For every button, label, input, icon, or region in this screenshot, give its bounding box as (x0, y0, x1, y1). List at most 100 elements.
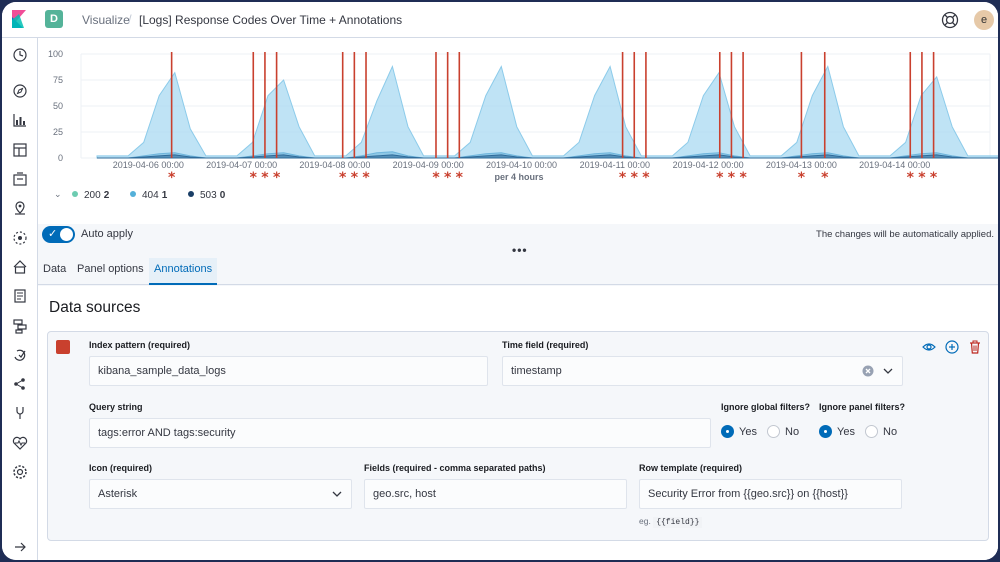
annotation-color-picker[interactable] (56, 340, 70, 354)
maps-icon[interactable] (11, 199, 29, 217)
annotation-asterisk-icon[interactable]: * (642, 170, 650, 186)
y-tick-label: 50 (53, 101, 63, 111)
visualize-icon[interactable] (11, 111, 29, 129)
index-pattern-label: Index pattern (required) (89, 340, 191, 350)
user-avatar[interactable]: e (974, 10, 994, 30)
monitoring-icon[interactable] (11, 434, 29, 452)
annotation-asterisk-icon[interactable]: * (716, 170, 724, 186)
y-tick-label: 75 (53, 75, 63, 85)
legend-value: 2 (103, 190, 110, 201)
y-tick-label: 25 (53, 127, 63, 137)
annotation-asterisk-icon[interactable]: * (930, 170, 938, 186)
legend-item-200[interactable]: 200 2 (72, 190, 109, 201)
row-template-hint: eg. {{field}} (639, 516, 703, 528)
eye-icon[interactable] (922, 340, 936, 354)
canvas-icon[interactable] (11, 170, 29, 188)
fields-input[interactable]: geo.src, host (364, 479, 627, 509)
ignore-global-yes-radio[interactable] (721, 425, 734, 438)
discover-icon[interactable] (11, 82, 29, 100)
annotation-asterisk-icon[interactable]: * (362, 170, 370, 186)
kibana-logo-icon[interactable] (10, 10, 28, 28)
no-label: No (785, 426, 800, 438)
add-icon[interactable] (945, 340, 959, 354)
graph-icon[interactable] (11, 375, 29, 393)
query-string-input[interactable]: tags:error AND tags:security (89, 418, 711, 448)
devtools-icon[interactable] (11, 404, 29, 422)
apm-icon[interactable] (11, 317, 29, 335)
recent-icon[interactable] (11, 46, 29, 64)
annotation-asterisk-icon[interactable]: * (432, 170, 440, 186)
icon-label: Icon (required) (89, 463, 153, 473)
management-icon[interactable] (11, 463, 29, 481)
ignore-panel-yes-radio[interactable] (819, 425, 832, 438)
annotation-asterisk-icon[interactable]: * (351, 170, 359, 186)
legend-item-503[interactable]: 503 0 (188, 190, 225, 201)
side-nav (2, 38, 38, 560)
ignore-global-filters-label: Ignore global filters? (721, 402, 811, 412)
annotation-asterisk-icon[interactable]: * (739, 170, 747, 186)
annotation-asterisk-icon[interactable]: * (798, 170, 806, 186)
chart-legend: ⌄ 200 2 404 1 503 0 (54, 189, 354, 204)
yes-label: Yes (739, 426, 757, 438)
tab-panel-options[interactable]: Panel options (77, 263, 144, 285)
icon-select[interactable]: Asterisk (89, 479, 352, 509)
ml-icon[interactable] (11, 229, 29, 247)
breadcrumb-visualize[interactable]: Visualize (82, 13, 130, 27)
x-tick-label: 2019-04-12 00:00 (673, 160, 744, 170)
auto-apply-note: The changes will be automatically applie… (816, 229, 994, 240)
clear-icon[interactable] (862, 365, 874, 377)
row-template-input[interactable]: Security Error from {{geo.src}} on {{hos… (639, 479, 902, 509)
toggle-knob (60, 228, 73, 241)
breadcrumb-separator: / (128, 12, 132, 27)
annotation-asterisk-icon[interactable]: * (728, 170, 736, 186)
annotation-asterisk-icon[interactable]: * (918, 170, 926, 186)
annotation-asterisk-icon[interactable]: * (631, 170, 639, 186)
x-tick-label: 2019-04-06 00:00 (113, 160, 184, 170)
auto-apply-label: Auto apply (81, 228, 133, 240)
icon-select-value: Asterisk (98, 488, 138, 500)
legend-label: 200 (84, 190, 101, 201)
ignore-panel-no-radio[interactable] (865, 425, 878, 438)
app-window: D Visualize / [Logs] Response Codes Over… (2, 2, 998, 560)
annotation-asterisk-icon[interactable]: * (168, 170, 176, 186)
y-tick-label: 100 (48, 49, 63, 59)
chevron-down-icon[interactable] (882, 365, 894, 377)
help-icon[interactable] (940, 10, 960, 30)
infrastructure-icon[interactable] (11, 258, 29, 276)
space-badge[interactable]: D (45, 10, 63, 28)
logs-icon[interactable] (11, 287, 29, 305)
auto-apply-toggle[interactable]: ✓ (42, 226, 75, 243)
annotation-asterisk-icon[interactable]: * (273, 170, 281, 186)
annotation-asterisk-icon[interactable]: * (456, 170, 464, 186)
annotation-asterisk-icon[interactable]: * (339, 170, 347, 186)
annotation-asterisk-icon[interactable]: * (907, 170, 915, 186)
collapse-icon[interactable] (11, 538, 29, 556)
tab-annotations[interactable]: Annotations (149, 258, 218, 285)
legend-swatch-icon (72, 191, 78, 197)
hint-code: {{field}} (653, 517, 703, 528)
annotation-source-card: Index pattern (required) kibana_sample_d… (47, 331, 989, 541)
dashboard-icon[interactable] (11, 141, 29, 159)
check-icon: ✓ (48, 228, 58, 240)
index-pattern-input[interactable]: kibana_sample_data_logs (89, 356, 488, 386)
response-codes-chart[interactable]: 0 25 50 75 100 2019-04-06 00:00 2019-04-07 00:… (38, 38, 998, 188)
annotation-asterisk-icon[interactable]: * (250, 170, 258, 186)
tab-data[interactable]: Data (43, 263, 66, 285)
section-title: Data sources (49, 299, 141, 316)
annotation-asterisk-icon[interactable]: * (619, 170, 627, 186)
breadcrumb-current: [Logs] Response Codes Over Time + Annota… (139, 13, 403, 27)
y-tick-label: 0 (58, 153, 63, 163)
ignore-global-no-radio[interactable] (767, 425, 780, 438)
annotation-asterisk-icon[interactable]: * (821, 170, 829, 186)
trash-icon[interactable] (968, 340, 982, 354)
legend-label: 503 (200, 190, 217, 201)
annotation-asterisk-icon[interactable]: * (444, 170, 452, 186)
legend-toggle-icon[interactable]: ⌄ (54, 189, 62, 200)
yes-label: Yes (837, 426, 855, 438)
time-field-select[interactable]: timestamp (502, 356, 903, 386)
resize-handle[interactable]: ••• (512, 243, 528, 257)
legend-item-404[interactable]: 404 1 (130, 190, 167, 201)
uptime-icon[interactable] (11, 346, 29, 364)
chevron-down-icon[interactable] (331, 488, 343, 500)
annotation-asterisk-icon[interactable]: * (261, 170, 269, 186)
